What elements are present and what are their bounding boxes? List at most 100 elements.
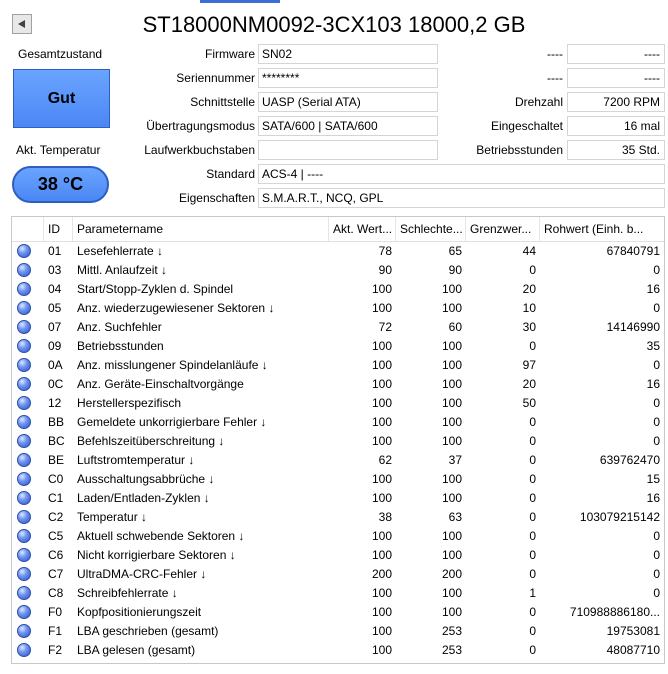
status-dot-icon: [17, 510, 31, 524]
interface-label: Schnittstelle: [190, 95, 255, 109]
row-current: 90: [378, 263, 392, 277]
col-current-header[interactable]: Akt. Wert...: [329, 217, 396, 241]
status-dot-icon: [17, 301, 31, 315]
row-name: Anz. Suchfehler: [77, 320, 162, 334]
col-raw-header[interactable]: Rohwert (Einh. b...: [540, 217, 664, 241]
row-id: BB: [48, 415, 65, 429]
health-status-button[interactable]: Gut: [13, 69, 110, 128]
row-worst: 200: [441, 567, 462, 581]
row-current: 100: [371, 415, 392, 429]
status-dot-icon: [17, 586, 31, 600]
row-name: Aktuell schwebende Sektoren ↓: [77, 529, 245, 543]
health-label: Gesamtzustand: [18, 47, 103, 61]
row-worst: 253: [441, 624, 462, 638]
table-row[interactable]: 03 Mittl. Anlaufzeit ↓ 90 90 0 0: [12, 261, 664, 280]
status-dot-icon: [17, 320, 31, 334]
row-raw: 639762470: [599, 453, 660, 467]
row-raw: 67840791: [606, 244, 660, 258]
status-dot-icon: [17, 358, 31, 372]
table-row[interactable]: 07 Anz. Suchfehler 72 60 30 14146990: [12, 318, 664, 337]
row-id: 0A: [48, 358, 63, 372]
temperature-badge[interactable]: 38 °C: [12, 166, 109, 203]
row-raw: 0: [653, 263, 660, 277]
row-current: 38: [378, 510, 392, 524]
table-row[interactable]: BC Befehlszeitüberschreitung ↓ 100 100 0 0: [12, 432, 664, 451]
table-row[interactable]: BB Gemeldete unkorrigierbare Fehler ↓ 100 1…: [12, 413, 664, 432]
table-row[interactable]: C7 UltraDMA-CRC-Fehler ↓ 200 200 0 0: [12, 565, 664, 584]
row-id: BE: [48, 453, 65, 467]
row-worst: 100: [441, 586, 462, 600]
table-row[interactable]: C2 Temperatur ↓ 38 63 0 103079215142: [12, 508, 664, 527]
row-name: Laden/Entladen-Zyklen ↓: [77, 491, 210, 505]
transfer-mode-field: SATA/600 | SATA/600: [258, 116, 438, 136]
table-row[interactable]: 0C Anz. Geräte-Einschaltvorgänge 100 100 20 1…: [12, 375, 664, 394]
table-row[interactable]: F1 LBA geschrieben (gesamt) 100 253 0 1975308…: [12, 622, 664, 641]
row-current: 100: [371, 624, 392, 638]
row-worst: 100: [441, 415, 462, 429]
row-raw: 0: [653, 358, 660, 372]
row-current: 78: [378, 244, 392, 258]
row-raw: 103079215142: [579, 510, 660, 524]
table-row[interactable]: C6 Nicht korrigierbare Sektoren ↓ 100 100 0 0: [12, 546, 664, 565]
row-worst: 100: [441, 472, 462, 486]
row-id: 05: [48, 301, 62, 315]
row-raw: 0: [653, 396, 660, 410]
row-raw: 0: [653, 548, 660, 562]
row-name: Befehlszeitüberschreitung ↓: [77, 434, 225, 448]
table-row[interactable]: 0A Anz. misslungener Spindelanläufe ↓ 100 1…: [12, 356, 664, 375]
row-raw: 35: [646, 339, 660, 353]
row-name: Lesefehlerrate ↓: [77, 244, 164, 258]
table-row[interactable]: F2 LBA gelesen (gesamt) 100 253 0 48087710: [12, 641, 664, 660]
status-dot-icon: [17, 377, 31, 391]
table-row[interactable]: C1 Laden/Entladen-Zyklen ↓ 100 100 0 16: [12, 489, 664, 508]
row-id: F2: [48, 643, 63, 657]
row-current: 200: [371, 567, 392, 581]
row-name: Start/Stopp-Zyklen d. Spindel: [77, 282, 234, 296]
status-dot-icon: [17, 415, 31, 429]
table-row[interactable]: 09 Betriebsstunden 100 100 0 35: [12, 337, 664, 356]
firmware-field: SN02: [258, 44, 438, 64]
power-on-hours-label: Betriebsstunden: [476, 143, 563, 157]
interface-field: UASP (Serial ATA): [258, 92, 438, 112]
status-dot-icon: [17, 434, 31, 448]
table-row[interactable]: 12 Herstellerspezifisch 100 100 50 0: [12, 394, 664, 413]
table-row[interactable]: 01 Lesefehlerrate ↓ 78 65 44 67840791: [12, 242, 664, 261]
table-row[interactable]: C8 Schreibfehlerrate ↓ 100 100 1 0: [12, 584, 664, 603]
col-id-header[interactable]: ID: [44, 217, 73, 241]
row-threshold: 10: [522, 301, 536, 315]
drive-letter-field: [258, 140, 438, 160]
table-row[interactable]: BE Luftstromtemperatur ↓ 62 37 0 639762470: [12, 451, 664, 470]
table-row[interactable]: C0 Ausschaltungsabbrüche ↓ 100 100 0 15: [12, 470, 664, 489]
status-dot-icon: [17, 244, 31, 258]
status-dot-icon: [17, 453, 31, 467]
row-current: 100: [371, 643, 392, 657]
serial-field: ********: [258, 68, 438, 88]
status-dot-icon: [17, 339, 31, 353]
table-row[interactable]: 04 Start/Stopp-Zyklen d. Spindel 100 100 20 1…: [12, 280, 664, 299]
status-dot-icon: [17, 624, 31, 638]
row-worst: 100: [441, 339, 462, 353]
row-raw: 710988886180...: [569, 605, 660, 619]
col-threshold-header[interactable]: Grenzwer...: [466, 217, 540, 241]
row-worst: 90: [448, 263, 462, 277]
col-worst-header[interactable]: Schlechte...: [396, 217, 466, 241]
col-status-header[interactable]: [12, 217, 44, 241]
features-label: Eigenschaften: [178, 191, 255, 205]
row-name: LBA geschrieben (gesamt): [77, 624, 219, 638]
row-threshold: 1: [529, 586, 536, 600]
right-field-2: ----: [567, 68, 665, 88]
row-name: Kopfpositionierungszeit: [77, 605, 202, 619]
smart-table[interactable]: ID Parametername Akt. Wert... Schlechte.…: [11, 216, 665, 664]
standard-label: Standard: [206, 167, 255, 181]
row-threshold: 0: [529, 529, 536, 543]
table-row[interactable]: F0 Kopfpositionierungszeit 100 100 0 71098888…: [12, 603, 664, 622]
power-on-hours-field: 35 Std.: [567, 140, 665, 160]
table-row[interactable]: C5 Aktuell schwebende Sektoren ↓ 100 100 0 0: [12, 527, 664, 546]
status-dot-icon: [17, 396, 31, 410]
row-current: 100: [371, 339, 392, 353]
row-threshold: 0: [529, 567, 536, 581]
col-name-header[interactable]: Parametername: [73, 217, 329, 241]
row-threshold: 0: [529, 510, 536, 524]
table-row[interactable]: 05 Anz. wiederzugewiesener Sektoren ↓ 100 1…: [12, 299, 664, 318]
firmware-label: Firmware: [205, 47, 255, 61]
